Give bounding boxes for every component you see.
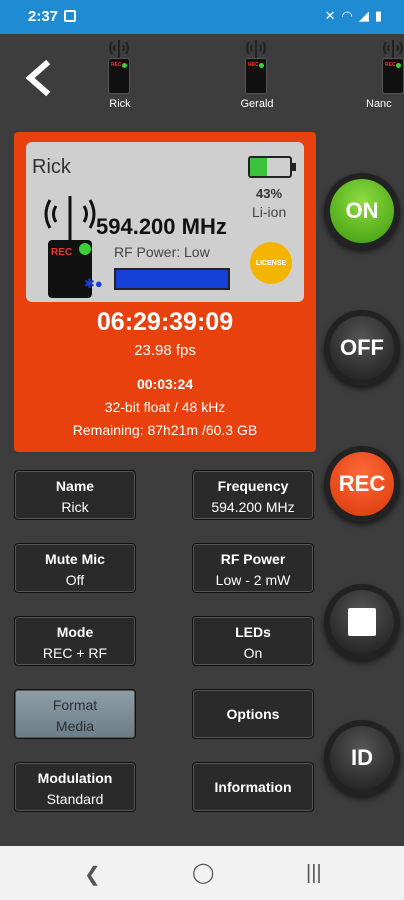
nav-back-icon[interactable]: ❮ (84, 862, 101, 887)
frame-rate: 23.98 fps (134, 342, 196, 359)
lcd-device-name: Rick (32, 156, 71, 178)
stop-button[interactable] (324, 584, 400, 660)
rf-power-bar (114, 268, 230, 290)
gallery-notification-icon (64, 10, 76, 22)
antenna-icon (246, 40, 266, 58)
signal-icon: ◢ (358, 8, 369, 23)
transmitter-icon: REC (44, 196, 96, 298)
nav-recents-icon[interactable]: ||| (306, 862, 322, 885)
mute-mic-setting-button[interactable]: Mute Mic Off (14, 543, 136, 593)
svg-text:REC: REC (51, 247, 72, 258)
license-badge-icon[interactable]: LICENSE (250, 242, 292, 284)
timecode: 06:29:39:09 (96, 308, 234, 336)
audio-format: 32-bit float / 48 kHz (104, 399, 226, 415)
mute-icon: ✕ (324, 8, 336, 23)
stop-icon (348, 608, 376, 636)
battery-type: Li-ion (252, 204, 287, 220)
transmitter-icon: REC (382, 58, 404, 94)
bluetooth-icon: ✱● (84, 276, 103, 291)
lcd-display: Rick REC 594.200 MHz RF Power: Low ✱● 43… (26, 142, 304, 302)
off-button[interactable]: OFF (324, 310, 400, 386)
device-item-gerald[interactable]: REC Gerald (227, 38, 287, 116)
leds-setting-button[interactable]: LEDs On (192, 616, 314, 666)
rf-power-setting-button[interactable]: RF Power Low - 2 mW (192, 543, 314, 593)
modulation-setting-button[interactable]: Modulation Standard (14, 762, 136, 812)
wifi-icon: ◠ (341, 8, 353, 23)
antenna-icon (383, 40, 403, 58)
system-navigation-bar: ❮ ◯ ||| (0, 846, 404, 900)
information-button[interactable]: Information (192, 762, 314, 812)
battery-percent: 43% (256, 186, 283, 201)
status-icons: ✕ ◠ ◢ ▮ (325, 8, 382, 24)
format-media-button[interactable]: Format Media (14, 689, 136, 739)
back-arrow-icon[interactable] (20, 58, 56, 98)
remaining-storage: Remaining: 87h21m /60.3 GB (72, 422, 258, 438)
device-label: Nanc (366, 98, 392, 110)
rf-power-label: RF Power: Low (114, 244, 210, 260)
device-item-rick[interactable]: REC Rick (90, 38, 150, 116)
battery-icon (248, 156, 296, 178)
device-label: Rick (109, 98, 131, 110)
lcd-frequency: 594.200 MHz (96, 214, 227, 239)
transmitter-icon: REC (108, 58, 130, 94)
nav-home-icon[interactable]: ◯ (192, 860, 214, 885)
rec-button[interactable]: REC (324, 446, 400, 522)
id-button[interactable]: ID (324, 720, 400, 796)
battery-status-icon: ▮ (374, 8, 382, 23)
on-button[interactable]: ON (324, 173, 400, 249)
name-setting-button[interactable]: Name Rick (14, 470, 136, 520)
mode-setting-button[interactable]: Mode REC + RF (14, 616, 136, 666)
antenna-icon (109, 40, 129, 58)
status-bar: 2:37 ✕ ◠ ◢ ▮ (0, 0, 404, 34)
transmitter-icon: REC (245, 58, 267, 94)
options-button[interactable]: Options (192, 689, 314, 739)
frequency-setting-button[interactable]: Frequency 594.200 MHz (192, 470, 314, 520)
device-status-panel: Rick REC 594.200 MHz RF Power: Low ✱● 43… (14, 132, 316, 452)
status-time: 2:37 (28, 8, 59, 25)
device-item-nanc[interactable]: REC Nanc (364, 38, 404, 116)
record-time: 00:03:24 (136, 376, 194, 392)
device-label: Gerald (240, 98, 274, 110)
